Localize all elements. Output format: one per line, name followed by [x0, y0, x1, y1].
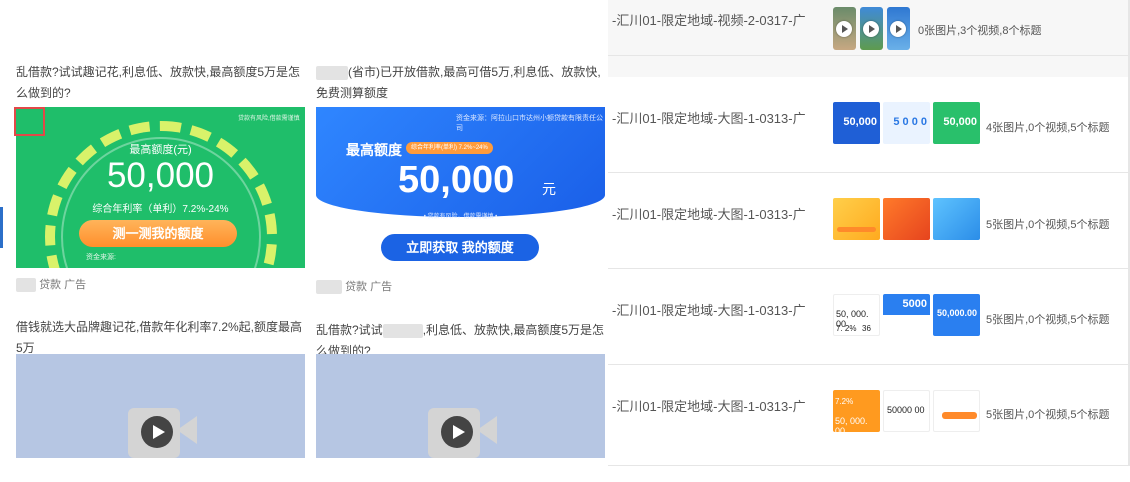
asset-summary: 4张图片,0个视频,5个标题 [986, 122, 1110, 134]
thumb-text: 36 [862, 324, 871, 333]
fund-source: 资金来源：阿拉山口市达州小额贷款有限责任公司 [456, 115, 603, 132]
ad-card-1[interactable]: 乱借款?试试趣记花,利息低、放款快,最高额度5万是怎么做到的? [16, 62, 308, 104]
thumb-text: 50000 00 [887, 405, 925, 415]
image-thumb[interactable] [933, 390, 980, 432]
get-quota-button[interactable]: 立即获取 我的额度 [381, 234, 539, 261]
thumb-text: 50,000 [843, 116, 877, 128]
video-thumb[interactable] [887, 7, 910, 50]
creative-table: -汇川01-限定地域-视频-2-0317-广 0张图片,3个视频,8个标题 -汇… [608, 0, 1130, 482]
image-thumb[interactable] [933, 198, 980, 240]
image-thumb[interactable]: 50,000.00 [933, 294, 980, 336]
image-thumb[interactable]: 7.2% 50, 000. 00 [833, 390, 880, 432]
thumb-text: 50,000.00 [936, 308, 977, 318]
blurred-brand [16, 278, 36, 293]
table-row[interactable]: -汇川01-限定地域-视频-2-0317-广 0张图片,3个视频,8个标题 [608, 0, 1130, 56]
camera-lens-icon [477, 416, 497, 444]
ad-title: (省市)已开放借款,最高可借5万,利息低、放款快,免费测算额度 [316, 62, 608, 104]
ad-title-prefix: 乱借款?试试 [316, 323, 383, 337]
thumb-text: 5 0 0 0 [893, 116, 927, 128]
video-thumb[interactable] [860, 7, 883, 50]
ad-preview-panel: 乱借款?试试趣记花,利息低、放款快,最高额度5万是怎么做到的? 贷款有风险,借款… [0, 0, 608, 482]
blurred-region [316, 65, 348, 80]
image-thumb[interactable]: 5 0 0 0 [883, 102, 930, 144]
ad-banner-blue[interactable]: 资金来源：阿拉山口市达州小额贷款有限责任公司 最高额度 综合年利率(单利) 7.… [316, 107, 605, 268]
thumb-text: 50, 000. 00 [835, 416, 868, 432]
play-icon [890, 21, 906, 37]
thumb-text: 5000 [902, 298, 927, 310]
risk-notice: • 贷款有风险，借款需谨慎 • [423, 214, 498, 220]
ad-footer-text: 贷款 广告 [345, 281, 393, 293]
table-row[interactable]: -汇川01-限定地域-大图-1-0313-广 50, 000. 00 7. 2%… [608, 269, 1130, 365]
check-quota-button[interactable]: 测一测我的额度 [79, 220, 237, 247]
image-thumb[interactable]: 50000 00 [883, 390, 930, 432]
banner-amount: 50,000 [106, 156, 215, 195]
banner-label: 最高额度(元) [129, 144, 192, 156]
creative-name: -汇川01-限定地域-大图-1-0313-广 [612, 111, 806, 126]
fund-source: 资金来源: [86, 254, 116, 261]
ad-footer: 贷款 广告 [16, 276, 87, 293]
play-icon[interactable] [441, 416, 473, 448]
video-placeholder[interactable] [316, 354, 605, 458]
thumb-group: 50, 000. 00 7. 2% 36 5000 50,000.00 [833, 294, 980, 336]
creative-name: -汇川01-限定地域-大图-1-0313-广 [612, 207, 806, 222]
asset-summary: 0张图片,3个视频,8个标题 [918, 25, 1042, 37]
ad-title: 借钱就选大品牌趣记花,借款年化利率7.2%起,额度最高5万 [16, 320, 303, 355]
creative-name: -汇川01-限定地域-视频-2-0317-广 [612, 13, 806, 28]
image-thumb[interactable]: 50, 000. 00 7. 2% 36 [833, 294, 880, 336]
selection-highlight [14, 107, 45, 136]
play-icon [863, 21, 879, 37]
play-icon[interactable] [141, 416, 173, 448]
banner-amount: 50,000 [398, 159, 515, 201]
asset-summary: 5张图片,0个视频,5个标题 [986, 409, 1110, 421]
thumb-bar [942, 412, 977, 419]
banner-unit: 元 [542, 181, 556, 197]
table-row[interactable]: -汇川01-限定地域-大图-1-0313-广 7.2% 50, 000. 00 … [608, 365, 1130, 466]
image-thumb[interactable]: 50,000 [933, 102, 980, 144]
table-row[interactable]: -汇川01-限定地域-大图-1-0313-广 5张图片,0个视频,5个标题 [608, 173, 1130, 269]
ad-footer-text: 贷款 广告 [39, 279, 87, 291]
video-thumb[interactable] [833, 7, 856, 50]
rate-tag: 综合年利率(单利) 7.2%~24% [406, 142, 493, 154]
blurred-brand [382, 323, 423, 338]
video-placeholder[interactable] [16, 354, 305, 458]
table-row[interactable]: -汇川01-限定地域-大图-1-0313-广 50,000 5 0 0 0 50… [608, 77, 1130, 173]
camera-lens-icon [177, 416, 197, 444]
thumb-group [833, 7, 910, 50]
image-thumb[interactable]: 5000 [883, 294, 930, 336]
thumb-group: 7.2% 50, 000. 00 50000 00 [833, 390, 980, 432]
asset-summary: 5张图片,0个视频,5个标题 [986, 219, 1110, 231]
blurred-brand [316, 280, 342, 295]
banner-label: 最高额度 [346, 142, 402, 158]
thumb-text: 50,000 [943, 116, 977, 128]
creative-name: -汇川01-限定地域-大图-1-0313-广 [612, 303, 806, 318]
thumb-group: 50,000 5 0 0 0 50,000 [833, 102, 980, 144]
asset-summary: 5张图片,0个视频,5个标题 [986, 314, 1110, 326]
thumb-bar [837, 227, 876, 232]
thumb-text: 7. 2% [836, 324, 857, 333]
play-icon [836, 21, 852, 37]
ad-card-3[interactable]: 借钱就选大品牌趣记花,借款年化利率7.2%起,额度最高5万 [16, 317, 308, 359]
thumb-group [833, 198, 980, 240]
creative-name: -汇川01-限定地域-大图-1-0313-广 [612, 399, 806, 414]
risk-notice: 贷款有风险,借款需谨慎 [238, 116, 300, 122]
image-thumb[interactable] [883, 198, 930, 240]
left-active-indicator [0, 207, 3, 248]
row-gap [608, 55, 1130, 77]
banner-rate: 综合年利率（单利）7.2%-24% [92, 204, 229, 215]
ad-title-text: (省市)已开放借款,最高可借5万,利息低、放款快,免费测算额度 [316, 65, 601, 100]
image-thumb[interactable]: 50,000 [833, 102, 880, 144]
ad-title: 乱借款?试试趣记花,利息低、放款快,最高额度5万是怎么做到的? [16, 65, 301, 100]
image-thumb[interactable] [833, 198, 880, 240]
ad-banner-green[interactable]: 贷款有风险,借款需谨慎 最高额度(元) 50,000 综合年利率（单利）7.2%… [16, 107, 305, 268]
ad-card-2[interactable]: (省市)已开放借款,最高可借5万,利息低、放款快,免费测算额度 [316, 62, 608, 104]
ad-footer: 贷款 广告 [316, 278, 393, 295]
thumb-text: 7.2% [835, 397, 854, 406]
